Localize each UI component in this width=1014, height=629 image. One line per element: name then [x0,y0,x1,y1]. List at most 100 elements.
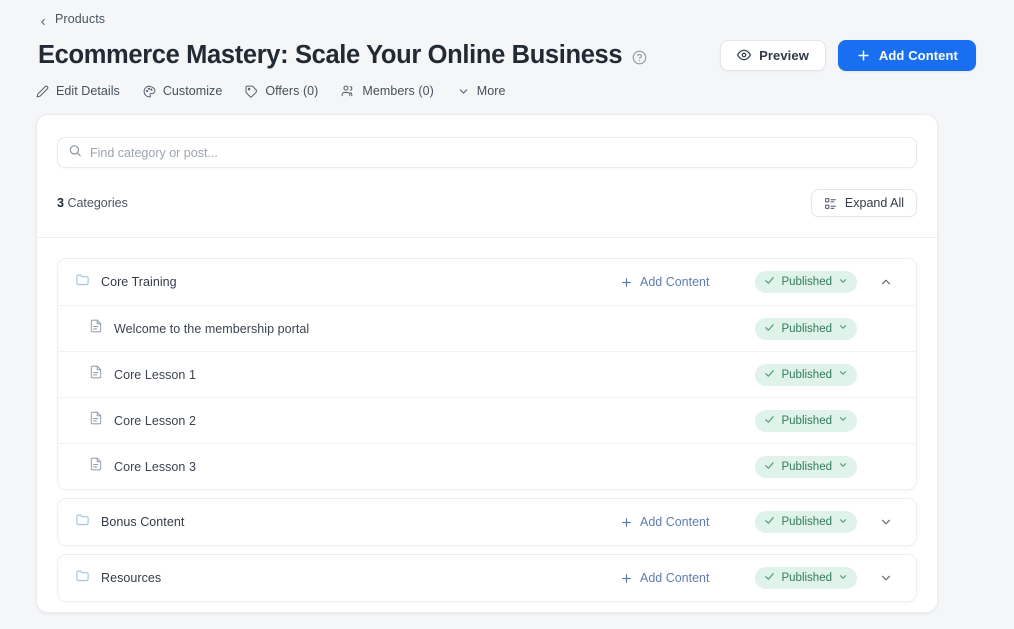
content-item-name: Welcome to the membership portal [114,321,310,336]
add-content-link[interactable]: Add Content [620,571,710,585]
expand-toggle-button[interactable] [873,565,899,591]
chevron-down-icon [838,460,848,473]
row-spacer [873,362,899,388]
status-badge-label: Published [781,516,832,528]
category-block: Resources Add Content Published [57,554,917,602]
tag-icon [245,85,258,98]
content-item-name: Core Lesson 2 [114,413,196,428]
plus-icon [620,276,633,289]
eye-icon [737,48,752,62]
subnav-item-offers[interactable]: Offers (0) [245,81,318,101]
status-badge-label: Published [781,322,832,335]
category-row-left: Resources [75,568,161,588]
check-icon [764,275,775,289]
row-spacer [873,316,899,342]
subnav: Edit Details Customize Offers (0) Member… [36,81,505,101]
category-row-right: Add Content Published [620,565,899,591]
preview-button[interactable]: Preview [720,39,826,71]
preview-button-label: Preview [759,47,809,63]
category-row-right: Add Content Published [620,269,899,295]
add-content-button[interactable]: Add Content [837,39,976,71]
check-icon [764,460,775,474]
category-row[interactable]: Bonus Content Add Content Published [58,499,916,545]
content-item-right: Published [755,408,899,434]
pencil-icon [36,85,49,98]
breadcrumb-label: Products [55,12,106,26]
plus-icon [620,516,633,529]
chevron-down-icon [838,322,848,335]
folder-icon [75,568,90,588]
document-icon [89,411,103,430]
status-badge[interactable]: Published [755,455,857,478]
expand-all-label: Expand All [844,196,904,210]
chevron-left-icon [38,14,48,26]
expand-toggle-button[interactable] [873,509,899,535]
content-item-left: Core Lesson 1 [75,365,196,384]
content-item-right: Published [755,362,899,388]
search-input[interactable] [57,137,917,168]
category-name: Core Training [101,275,177,289]
status-badge[interactable]: Published [755,317,857,340]
category-row-right: Add Content Published [620,509,899,535]
row-spacer [873,454,899,480]
status-badge[interactable]: Published [755,363,857,386]
status-badge[interactable]: Published [755,271,857,293]
title-actions: Preview Add Content [720,39,976,71]
subnav-item-members[interactable]: Members (0) [341,81,434,101]
title-row: Ecommerce Mastery: Scale Your Online Bus… [38,38,976,72]
subnav-item-more[interactable]: More [457,81,506,101]
chevron-down-icon [838,368,848,381]
check-icon [764,515,775,529]
category-row[interactable]: Core Training Add Content Published [58,259,916,305]
add-content-link-label: Add Content [639,571,710,585]
subnav-item-customize[interactable]: Customize [143,81,223,101]
subnav-label: Edit Details [56,84,120,98]
expand-list-icon [824,197,837,210]
subnav-item-edit-details[interactable]: Edit Details [36,81,120,101]
content-item-right: Published [755,316,899,342]
page-title: Ecommerce Mastery: Scale Your Online Bus… [38,41,623,69]
subnav-label: Offers (0) [265,84,319,98]
content-item-row[interactable]: Welcome to the membership portal Publish… [58,305,916,351]
chevron-down-icon [838,414,848,427]
collapse-toggle-button[interactable] [873,269,899,295]
content-item-row[interactable]: Core Lesson 1 Published [58,351,916,397]
breadcrumb[interactable]: Products [38,10,105,28]
check-icon [764,322,775,336]
category-block: Core Training Add Content Published Welc… [57,258,917,490]
content-item-row[interactable]: Core Lesson 3 Published [58,443,916,489]
status-badge[interactable]: Published [755,567,857,589]
category-row[interactable]: Resources Add Content Published [58,555,916,601]
expand-all-button[interactable]: Expand All [810,189,917,217]
card-header: 3 Categories Expand All [37,115,937,217]
content-card: 3 Categories Expand All [36,114,938,613]
chevron-down-icon [838,276,848,289]
add-content-link-label: Add Content [639,275,710,289]
category-name: Bonus Content [101,515,185,529]
status-badge-label: Published [781,414,832,427]
product-content-page: Products Ecommerce Mastery: Scale Your O… [0,0,1014,629]
category-row-left: Bonus Content [75,512,184,532]
content-item-row[interactable]: Core Lesson 2 Published [58,397,916,443]
content-item-right: Published [755,454,899,480]
status-badge-label: Published [781,276,832,288]
add-content-button-label: Add Content [878,47,958,63]
content-item-name: Core Lesson 1 [114,367,196,382]
chevron-down-icon [838,516,848,529]
status-badge[interactable]: Published [755,409,857,432]
status-badge-label: Published [781,460,832,473]
folder-icon [75,512,90,532]
category-name: Resources [101,571,162,585]
subnav-label: More [476,84,506,98]
category-count: 3 Categories [57,196,128,210]
check-icon [764,571,775,585]
help-circle-icon[interactable] [632,50,647,65]
add-content-link[interactable]: Add Content [620,275,710,289]
add-content-link[interactable]: Add Content [620,515,709,529]
meta-row: 3 Categories Expand All [57,189,917,217]
plus-icon [620,572,633,585]
palette-icon [143,85,156,98]
subnav-label: Customize [162,84,223,98]
category-count-label: Categories [67,196,128,210]
status-badge[interactable]: Published [755,511,857,533]
